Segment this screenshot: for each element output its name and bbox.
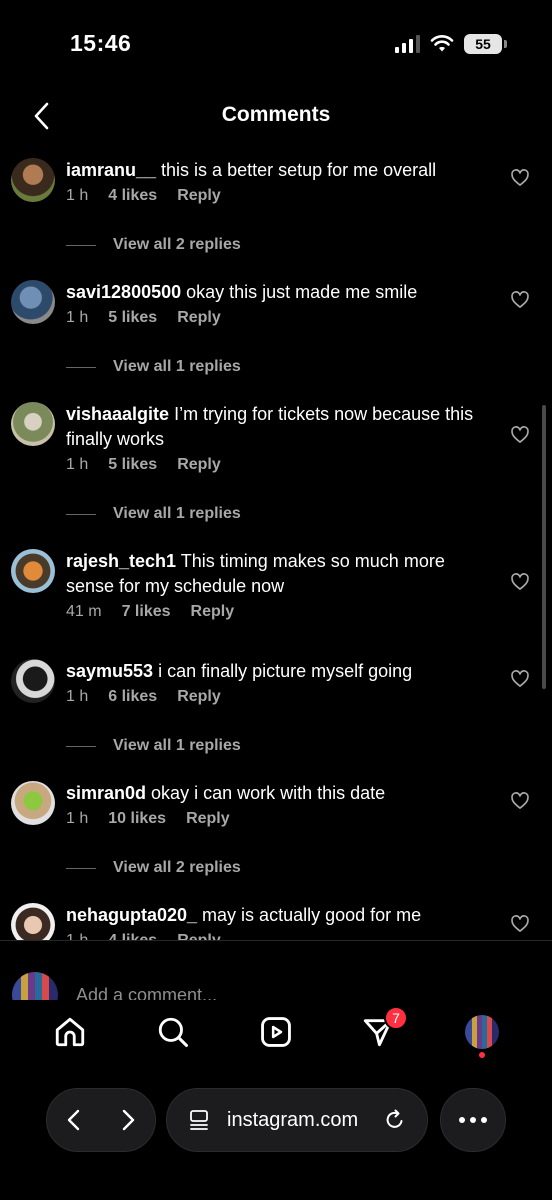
wifi-icon [430,35,454,52]
divider [66,513,96,515]
avatar [12,972,58,1000]
status-bar: 15:46 55 [0,0,552,90]
view-replies-label: View all 1 replies [113,505,241,522]
comments-header: Comments [0,90,552,146]
comment-username[interactable]: nehagupta020_ [66,905,197,925]
comment-likes[interactable]: 5 likes [108,309,157,327]
heart-icon[interactable] [510,168,530,188]
comment-time: 1 h [66,810,89,827]
heart-icon[interactable] [510,290,530,310]
status-icons: 55 [395,34,507,54]
avatar[interactable] [11,903,55,940]
address-bar[interactable]: instagram.com [166,1088,428,1152]
cellular-signal-icon [395,35,420,53]
heart-icon[interactable] [510,791,530,811]
url-text[interactable]: instagram.com [227,1109,367,1132]
battery-icon: 55 [464,34,507,54]
comment-time: 1 h [66,456,89,473]
more-icon [459,1117,487,1123]
more-button[interactable] [440,1088,506,1152]
view-replies-label: View all 1 replies [113,737,241,754]
view-replies-button[interactable]: View all 2 replies [66,859,241,877]
page-menu-icon[interactable] [187,1108,211,1132]
comment-text: okay this just made me smile [181,282,418,302]
view-replies-label: View all 2 replies [113,236,241,253]
heart-icon[interactable] [510,914,530,934]
divider [66,366,96,368]
heart-icon[interactable] [510,669,530,689]
reply-button[interactable]: Reply [177,187,221,205]
comment-time: 1 h [66,309,89,326]
comment-text: this is a better setup for me overall [156,160,437,180]
divider [66,867,96,869]
nav-home[interactable] [48,1010,92,1054]
heart-icon[interactable] [510,572,530,592]
reply-button[interactable]: Reply [177,932,221,940]
browser-forward-icon[interactable] [116,1106,140,1134]
comment-username[interactable]: iamranu__ [66,160,156,180]
comment-time: 41 m [66,603,102,620]
browser-nav-group [46,1088,156,1152]
browser-back-icon[interactable] [62,1106,86,1134]
view-replies-button[interactable]: View all 2 replies [66,236,241,254]
reply-button[interactable]: Reply [191,603,235,621]
nav-search[interactable] [151,1010,195,1054]
avatar[interactable] [11,549,55,593]
comment-username[interactable]: simran0d [66,783,146,803]
profile-avatar [465,1015,499,1049]
notification-dot [479,1052,485,1058]
reels-icon [261,1017,291,1047]
divider [66,745,96,747]
search-icon [158,1017,189,1048]
comment-time: 1 h [66,187,89,204]
comment-likes[interactable]: 6 likes [108,688,157,706]
reply-button[interactable]: Reply [186,810,230,828]
comment-likes[interactable]: 5 likes [108,456,157,474]
comment-username[interactable]: rajesh_tech1 [66,551,176,571]
page-title: Comments [221,103,331,126]
notification-badge: 7 [384,1006,408,1030]
avatar[interactable] [11,280,55,324]
add-comment-bar: Add a comment... [0,940,552,1000]
heart-icon[interactable] [510,425,530,445]
status-time: 15:46 [70,30,132,56]
view-replies-button[interactable]: View all 1 replies [66,505,241,523]
comment-likes[interactable]: 4 likes [108,932,157,940]
avatar[interactable] [11,781,55,825]
comment-time: 1 h [66,688,89,705]
comment-text: i can finally picture myself going [153,661,413,681]
home-icon [55,1017,85,1047]
add-comment-input[interactable]: Add a comment... [76,985,217,1000]
divider [66,244,96,246]
comment-likes[interactable]: 10 likes [108,810,166,828]
comment-likes[interactable]: 7 likes [122,603,171,621]
reload-icon[interactable] [383,1108,407,1132]
scrollbar[interactable] [542,405,546,689]
reply-button[interactable]: Reply [177,456,221,474]
reply-button[interactable]: Reply [177,688,221,706]
comments-list[interactable]: iamranu__ this is a better setup for me … [0,148,552,940]
nav-activity[interactable]: 7 [356,1006,408,1054]
comment-text: may is actually good for me [197,905,422,925]
comment-username[interactable]: vishaaalgite [66,404,169,424]
comment-likes[interactable]: 4 likes [108,187,157,205]
avatar[interactable] [11,659,55,703]
comment-username[interactable]: saymu553 [66,661,153,681]
view-replies-button[interactable]: View all 1 replies [66,358,241,376]
reply-button[interactable]: Reply [177,309,221,327]
bottom-nav: 7 [0,1000,552,1070]
view-replies-label: View all 1 replies [113,358,241,375]
nav-reels[interactable] [254,1010,298,1054]
view-replies-button[interactable]: View all 1 replies [66,737,241,755]
browser-bar: instagram.com [0,1070,552,1200]
comment-username[interactable]: savi12800500 [66,282,181,302]
avatar[interactable] [11,402,55,446]
avatar[interactable] [11,158,55,202]
comment-time: 1 h [66,932,88,940]
view-replies-label: View all 2 replies [113,859,241,876]
nav-profile[interactable] [460,1010,504,1058]
comment-text: okay i can work with this date [146,783,386,803]
